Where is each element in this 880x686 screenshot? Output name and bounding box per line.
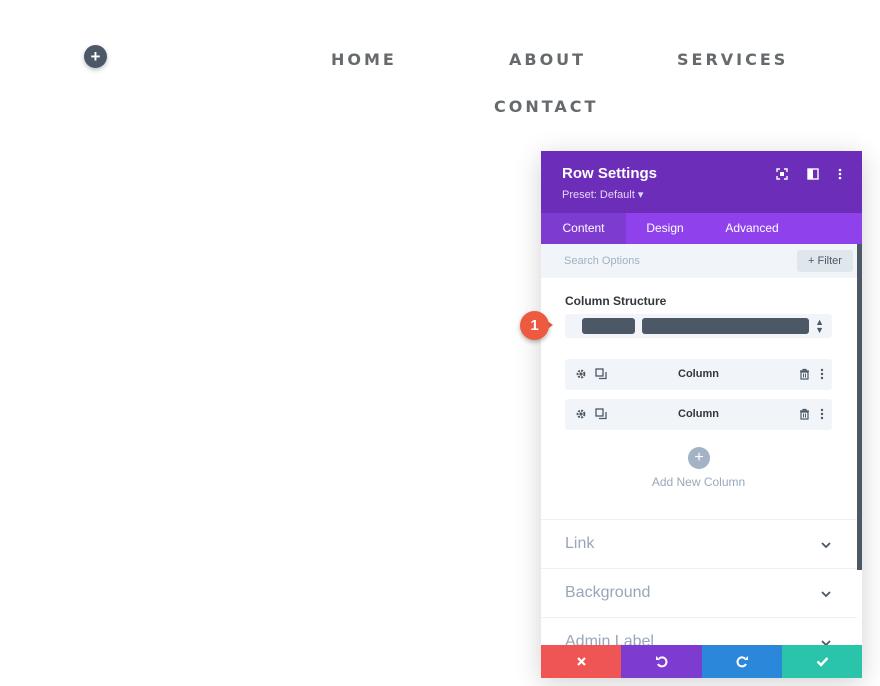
tab-design[interactable]: Design — [626, 213, 704, 244]
column-structure-block-2 — [642, 318, 809, 334]
panel-tabs: Content Design Advanced — [541, 213, 862, 244]
column-label: Column — [678, 368, 719, 380]
panel-footer — [541, 645, 862, 678]
toggle-background[interactable]: Background — [541, 568, 857, 618]
redo-icon — [736, 656, 748, 668]
tab-advanced[interactable]: Advanced — [704, 213, 800, 244]
column-structure-label: Column Structure — [565, 294, 667, 308]
add-section-button[interactable]: + — [84, 45, 107, 68]
column-structure-select[interactable]: ▲ ▼ — [565, 314, 832, 338]
toggle-label: Link — [565, 535, 595, 552]
panel-title: Row Settings — [562, 165, 658, 182]
save-button[interactable] — [782, 645, 862, 678]
more-options-icon[interactable] — [815, 407, 829, 421]
fullscreen-icon[interactable] — [775, 167, 789, 181]
panel-scrollbar[interactable] — [857, 244, 862, 570]
nav-home[interactable]: HOME — [331, 50, 397, 69]
filter-button[interactable]: + Filter — [797, 250, 853, 272]
redo-button[interactable] — [702, 645, 782, 678]
preset-selector[interactable]: Preset: Default ▾ — [562, 188, 643, 201]
more-options-icon[interactable] — [815, 367, 829, 381]
nav-services[interactable]: SERVICES — [677, 50, 788, 69]
row-settings-panel: Row Settings Preset: Default ▾ Content D… — [541, 151, 862, 678]
column-item[interactable]: Column — [565, 399, 832, 430]
toggle-link[interactable]: Link — [541, 519, 857, 569]
discard-icon — [576, 657, 586, 666]
toggle-label: Background — [565, 584, 651, 601]
chevron-down-icon — [821, 542, 831, 549]
save-check-icon — [816, 657, 828, 667]
column-item[interactable]: Column — [565, 359, 832, 390]
search-options-bar[interactable]: Search Options + Filter — [541, 244, 862, 278]
undo-icon — [656, 656, 668, 668]
trash-icon[interactable] — [797, 367, 811, 381]
column-label: Column — [678, 408, 719, 420]
add-column-button[interactable]: + — [688, 447, 710, 469]
discard-button[interactable] — [541, 645, 621, 678]
split-view-icon[interactable] — [806, 167, 820, 181]
nav-about[interactable]: ABOUT — [509, 50, 586, 69]
more-options-icon[interactable] — [833, 167, 847, 181]
tab-content[interactable]: Content — [541, 213, 626, 244]
annotation-badge: 1 — [520, 311, 549, 340]
select-arrows-icon: ▲ ▼ — [815, 317, 824, 335]
undo-button[interactable] — [621, 645, 702, 678]
panel-header: Row Settings Preset: Default ▾ — [541, 151, 862, 213]
search-input[interactable]: Search Options — [564, 255, 640, 267]
trash-icon[interactable] — [797, 407, 811, 421]
add-column-label[interactable]: Add New Column — [541, 475, 856, 489]
nav-contact[interactable]: CONTACT — [494, 97, 598, 116]
chevron-down-icon — [821, 591, 831, 598]
column-structure-block-1 — [582, 318, 635, 334]
